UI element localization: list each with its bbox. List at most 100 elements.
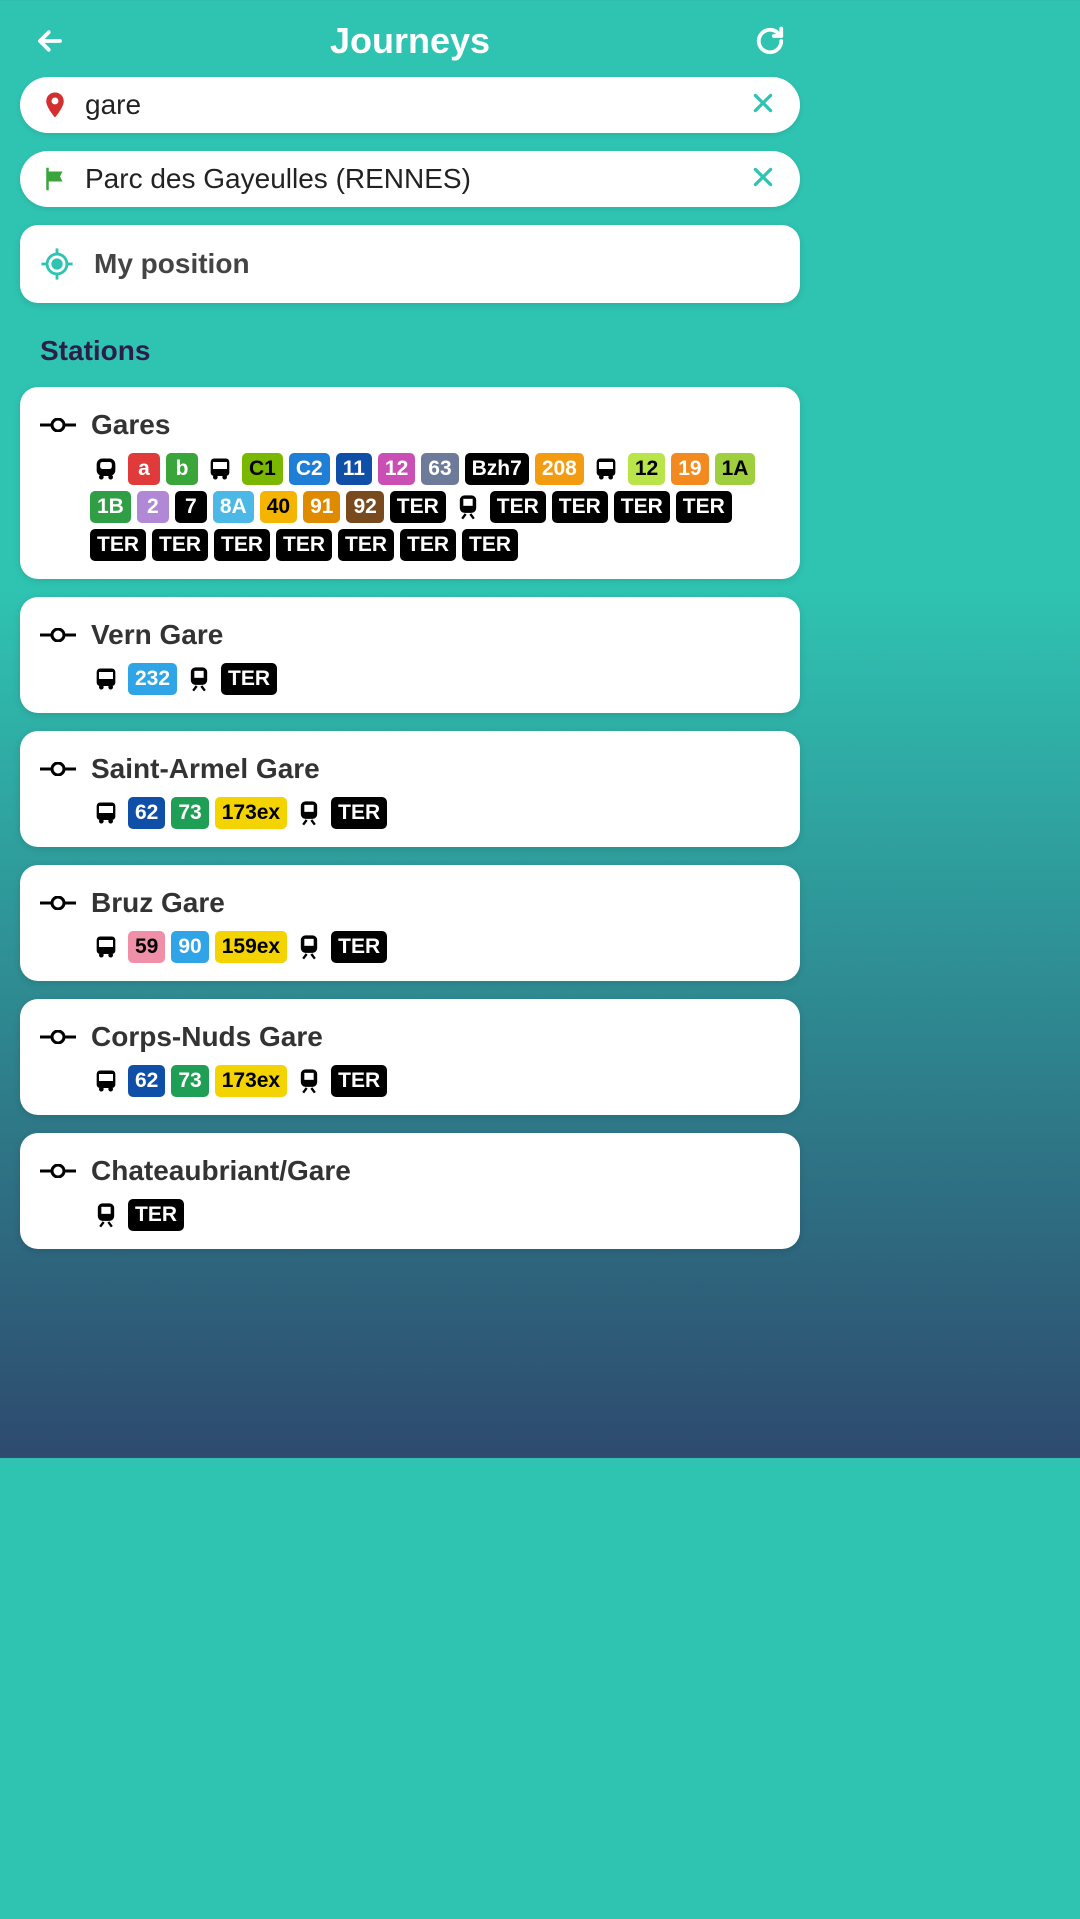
- line-badge: C1: [242, 453, 283, 485]
- station-head: Gares: [40, 409, 780, 441]
- stop-icon: [40, 1030, 76, 1044]
- line-badge: 7: [175, 491, 207, 523]
- line-badge: 12: [378, 453, 415, 485]
- bus-icon: [92, 665, 120, 693]
- station-card[interactable]: GaresabC1C2111263Bzh720812191A1B278A4091…: [20, 387, 800, 579]
- station-name: Vern Gare: [91, 619, 223, 651]
- line-badge: TER: [338, 529, 394, 561]
- stop-icon: [40, 896, 76, 910]
- line-badge: TER: [276, 529, 332, 561]
- line-badge: 92: [346, 491, 383, 523]
- line-badge: TER: [331, 931, 387, 963]
- station-card[interactable]: Corps-Nuds Gare 6273173ex TER: [20, 999, 800, 1115]
- line-badge: TER: [400, 529, 456, 561]
- stop-icon: [40, 1164, 76, 1178]
- train-icon: [295, 933, 323, 961]
- bus-icon: [92, 1067, 120, 1095]
- refresh-icon: [755, 26, 785, 56]
- line-badge: 40: [260, 491, 297, 523]
- line-badge: 1A: [715, 453, 756, 485]
- bus-icon: [592, 455, 620, 483]
- line-badge: a: [128, 453, 160, 485]
- station-name: Corps-Nuds Gare: [91, 1021, 323, 1053]
- line-badge: 208: [535, 453, 584, 485]
- destination-input[interactable]: [70, 163, 750, 195]
- origin-field[interactable]: [20, 77, 800, 133]
- my-position-button[interactable]: My position: [20, 225, 800, 303]
- origin-input[interactable]: [70, 89, 750, 121]
- stations-list: GaresabC1C2111263Bzh720812191A1B278A4091…: [20, 387, 800, 1249]
- line-badge: 159ex: [215, 931, 287, 963]
- station-head: Vern Gare: [40, 619, 780, 651]
- line-badge: TER: [152, 529, 208, 561]
- line-badge: TER: [331, 797, 387, 829]
- line-badge: TER: [390, 491, 446, 523]
- train-icon: [92, 1201, 120, 1229]
- search-container: [0, 77, 820, 207]
- line-badge: 63: [421, 453, 458, 485]
- line-badge: TER: [331, 1065, 387, 1097]
- station-name: Saint-Armel Gare: [91, 753, 320, 785]
- lines-row: 6273173ex TER: [40, 1065, 780, 1097]
- station-head: Bruz Gare: [40, 887, 780, 919]
- app-header: Journeys: [0, 0, 820, 77]
- target-icon: [40, 247, 74, 281]
- station-name: Gares: [91, 409, 170, 441]
- line-badge: 12: [628, 453, 665, 485]
- stations-heading: Stations: [20, 323, 800, 387]
- line-badge: 232: [128, 663, 177, 695]
- line-badge: 62: [128, 1065, 165, 1097]
- line-badge: C2: [289, 453, 330, 485]
- station-card[interactable]: Chateaubriant/Gare TER: [20, 1133, 800, 1249]
- line-badge: 73: [171, 1065, 208, 1097]
- line-badge: 2: [137, 491, 169, 523]
- back-button[interactable]: [30, 21, 70, 61]
- line-badge: TER: [552, 491, 608, 523]
- line-badge: 59: [128, 931, 165, 963]
- line-badge: TER: [214, 529, 270, 561]
- line-badge: 1B: [90, 491, 131, 523]
- close-icon: [750, 164, 776, 190]
- line-badge: b: [166, 453, 198, 485]
- line-badge: 90: [171, 931, 208, 963]
- line-badge: TER: [462, 529, 518, 561]
- stop-icon: [40, 628, 76, 642]
- train-icon: [295, 799, 323, 827]
- station-card[interactable]: Bruz Gare 5990159ex TER: [20, 865, 800, 981]
- train-icon: [295, 1067, 323, 1095]
- line-badge: 8A: [213, 491, 254, 523]
- station-card[interactable]: Vern Gare 232 TER: [20, 597, 800, 713]
- line-badge: 173ex: [215, 797, 287, 829]
- line-badge: 11: [336, 453, 372, 485]
- lines-row: 6273173ex TER: [40, 797, 780, 829]
- metro-icon: [92, 455, 120, 483]
- station-name: Chateaubriant/Gare: [91, 1155, 351, 1187]
- line-badge: TER: [614, 491, 670, 523]
- arrow-left-icon: [35, 26, 65, 56]
- station-name: Bruz Gare: [91, 887, 225, 919]
- close-icon: [750, 90, 776, 116]
- line-badge: Bzh7: [465, 453, 529, 485]
- pin-icon: [40, 90, 70, 120]
- line-badge: TER: [676, 491, 732, 523]
- clear-destination-button[interactable]: [750, 164, 780, 194]
- line-badge: TER: [90, 529, 146, 561]
- line-badge: 173ex: [215, 1065, 287, 1097]
- line-badge: 62: [128, 797, 165, 829]
- stop-icon: [40, 418, 76, 432]
- station-head: Corps-Nuds Gare: [40, 1021, 780, 1053]
- station-card[interactable]: Saint-Armel Gare 6273173ex TER: [20, 731, 800, 847]
- line-badge: 91: [303, 491, 340, 523]
- station-head: Chateaubriant/Gare: [40, 1155, 780, 1187]
- clear-origin-button[interactable]: [750, 90, 780, 120]
- lines-row: 5990159ex TER: [40, 931, 780, 963]
- line-badge: 73: [171, 797, 208, 829]
- station-head: Saint-Armel Gare: [40, 753, 780, 785]
- line-badge: TER: [128, 1199, 184, 1231]
- train-icon: [185, 665, 213, 693]
- results-content: My position Stations GaresabC1C2111263Bz…: [0, 225, 820, 1249]
- destination-field[interactable]: [20, 151, 800, 207]
- line-badge: TER: [221, 663, 277, 695]
- page-title: Journeys: [330, 20, 490, 62]
- refresh-button[interactable]: [750, 21, 790, 61]
